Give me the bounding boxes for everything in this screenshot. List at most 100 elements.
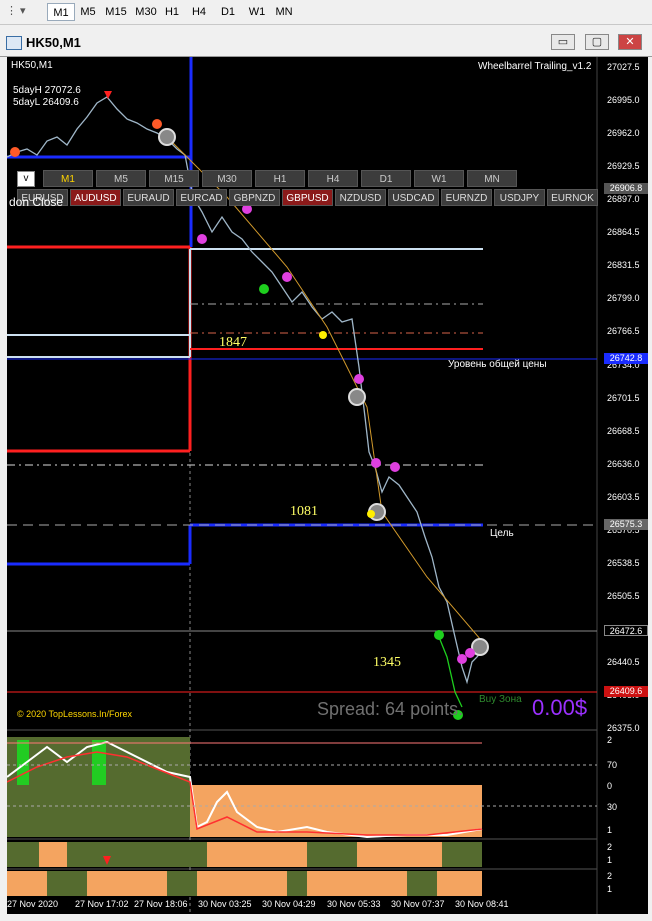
time-tick: 27 Nov 18:06 — [134, 899, 188, 909]
level-1081: 1081 — [290, 504, 318, 519]
current-price-badge: 26906.8 — [604, 183, 648, 194]
five-day-high: 5dayH 27072.6 — [13, 85, 81, 96]
tf-button-d1[interactable]: D1 — [218, 3, 238, 21]
signal-marker[interactable] — [158, 128, 176, 146]
price-tick: 26995.0 — [607, 95, 640, 105]
timeframe-toolbar: ⋮ ▾ M1 M5 M15 M30 H1 H4 D1 W1 MN — [0, 0, 652, 25]
price-tick: 26929.5 — [607, 161, 640, 171]
sub3-olive-block — [287, 871, 307, 896]
toolbar-grip[interactable]: ⋮ ▾ — [6, 4, 26, 17]
restore-button[interactable]: ▢ — [585, 34, 609, 50]
green-arrow — [259, 284, 269, 294]
price-tick: 26636.0 — [607, 459, 640, 469]
green-arrow — [434, 630, 444, 640]
time-tick: 27 Nov 17:02 — [75, 899, 129, 909]
symbol-button-usdcad[interactable]: USDCAD — [388, 189, 439, 206]
tf-button-m1[interactable]: M1 — [47, 3, 75, 21]
signal-marker[interactable] — [348, 388, 366, 406]
chart-tf-m5[interactable]: M5 — [96, 170, 146, 187]
tf-button-mn[interactable]: MN — [272, 3, 296, 21]
magenta-arrow — [390, 462, 400, 472]
buy-zone-label: Buy Зона — [479, 694, 522, 705]
chart-tf-m30[interactable]: M30 — [202, 170, 252, 187]
symbol-button-audusd[interactable]: AUDUSD — [70, 189, 121, 206]
price-tick: 26375.0 — [607, 723, 640, 733]
sub1-tick: 2 — [607, 735, 613, 745]
symbol-button-gbpusd[interactable]: GBPUSD — [282, 189, 333, 206]
buy-zone-line — [436, 631, 463, 708]
chart-tf-h4[interactable]: H4 — [308, 170, 358, 187]
symbol-button-nzdusd[interactable]: NZDUSD — [335, 189, 386, 206]
copyright-label: © 2020 TopLessons.In/Forex — [17, 709, 133, 719]
chart-tf-m1[interactable]: M1 — [43, 170, 93, 187]
price-tick: 26897.0 — [607, 194, 640, 204]
sub3-tick: 1 — [607, 884, 613, 894]
chart-tf-h1[interactable]: H1 — [255, 170, 305, 187]
magenta-arrow — [465, 648, 475, 658]
don-close-label: don Close — [9, 195, 64, 209]
price-tick: 26668.5 — [607, 426, 640, 436]
symbol-label: HK50,M1 — [11, 60, 53, 71]
chart-window-icon — [6, 36, 22, 50]
orange-arrow — [10, 147, 20, 157]
toggle-checkbox[interactable]: v — [17, 171, 35, 187]
tf-button-m30[interactable]: M30 — [133, 3, 159, 21]
tf-button-m5[interactable]: M5 — [77, 3, 99, 21]
symbol-button-eurcad[interactable]: EURCAD — [176, 189, 227, 206]
chart-tf-m15[interactable]: M15 — [149, 170, 199, 187]
tf-button-m15[interactable]: M15 — [103, 3, 129, 21]
chart-window-title: HK50,M1 — [26, 35, 81, 50]
price-tick: 26603.5 — [607, 492, 640, 502]
price-tick: 26766.5 — [607, 326, 640, 336]
symbol-button-euraud[interactable]: EURAUD — [123, 189, 174, 206]
tf-button-w1[interactable]: W1 — [246, 3, 268, 21]
target-label: Цель — [490, 528, 514, 539]
time-tick: 30 Nov 07:37 — [391, 899, 445, 909]
indicator-name: Wheelbarrel Trailing_v1.2 — [478, 61, 592, 72]
magenta-arrow — [197, 234, 207, 244]
sub3-olive-block — [167, 871, 197, 896]
symbol-button-gbpnzd[interactable]: GBPNZD — [229, 189, 280, 206]
price-chart[interactable]: HK50,M1 Wheelbarrel Trailing_v1.2 5dayH … — [7, 57, 648, 914]
time-tick: 30 Nov 05:33 — [327, 899, 381, 909]
yellow-dot — [367, 510, 375, 518]
symbol-button-eurnzd[interactable]: EURNZD — [441, 189, 492, 206]
chart-tf-w1[interactable]: W1 — [414, 170, 464, 187]
yellow-dot — [319, 331, 327, 339]
sub1-orange-area — [190, 785, 482, 837]
time-tick: 30 Nov 08:41 — [455, 899, 509, 909]
sub1-tick: 1 — [607, 825, 613, 835]
sub3-olive-block — [47, 871, 87, 896]
level-1345: 1345 — [373, 655, 401, 670]
magenta-arrow — [457, 654, 467, 664]
low-price-badge: 26409.6 — [604, 686, 648, 697]
chart-tf-mn[interactable]: MN — [467, 170, 517, 187]
level-1847: 1847 — [219, 335, 247, 350]
sub3-olive-block — [407, 871, 437, 896]
trend-line — [166, 136, 488, 648]
chart-window-titlebar: HK50,M1 ▭ ▢ ✕ — [0, 30, 652, 57]
price-tick: 26505.5 — [607, 591, 640, 601]
grey-level-badge: 26575.3 — [604, 519, 648, 530]
chart-tf-d1[interactable]: D1 — [361, 170, 411, 187]
sub1-green-bar — [92, 740, 106, 785]
last-price-badge: 26472.6 — [604, 625, 648, 636]
time-tick: 30 Nov 04:29 — [262, 899, 316, 909]
sub1-tick: 0 — [607, 781, 613, 791]
minimize-button[interactable]: ▭ — [551, 34, 575, 50]
magenta-arrow — [354, 374, 364, 384]
tf-button-h1[interactable]: H1 — [163, 3, 181, 21]
price-tick: 26864.5 — [607, 227, 640, 237]
symbol-button-usdjpy[interactable]: USDJPY — [494, 189, 545, 206]
sub3-tick: 2 — [607, 871, 613, 881]
price-tick: 26799.0 — [607, 293, 640, 303]
symbol-button-eurnok[interactable]: EURNOK — [547, 189, 598, 206]
sub2-olive-block — [7, 842, 39, 867]
close-button[interactable]: ✕ — [618, 34, 642, 50]
price-tick: 26962.0 — [607, 128, 640, 138]
general-price-label: Уровень общей цены — [448, 359, 547, 370]
five-day-low: 5dayL 26409.6 — [13, 97, 79, 108]
tf-button-h4[interactable]: H4 — [189, 3, 209, 21]
blue-level-badge: 26742.8 — [604, 353, 648, 364]
time-tick: 30 Nov 03:25 — [198, 899, 252, 909]
